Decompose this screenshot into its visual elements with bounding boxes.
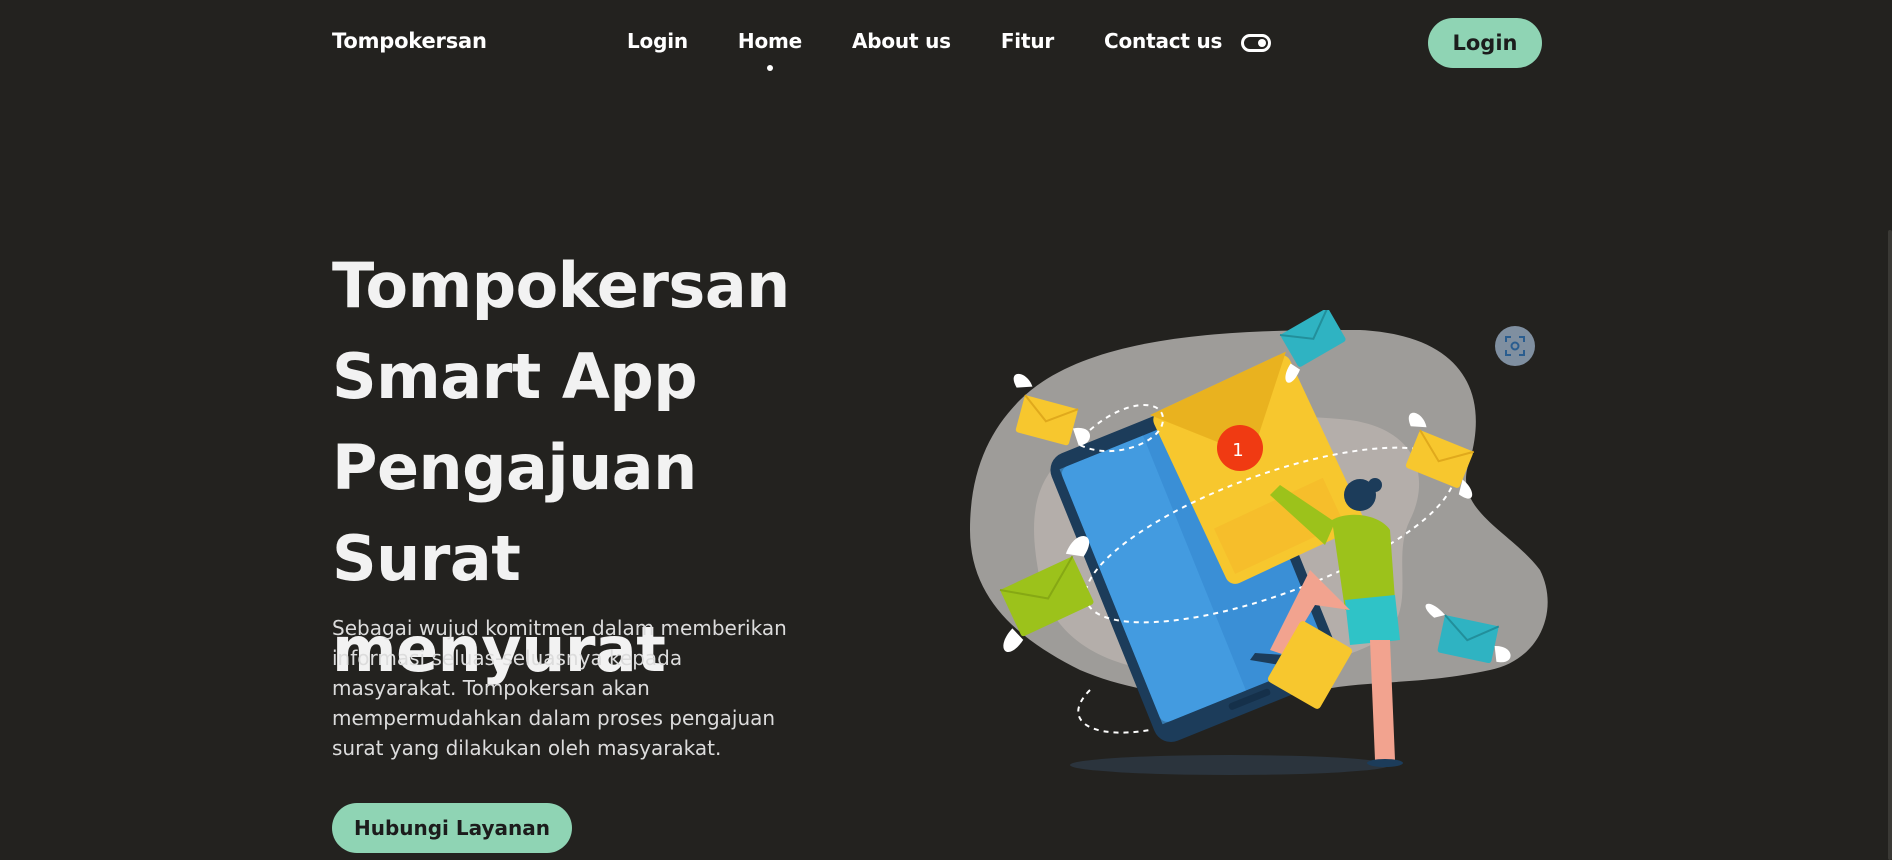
toggle-knob	[1258, 39, 1266, 47]
landing-page: Tompokersan Login Home About us Fitur Co…	[0, 0, 1892, 860]
phone-shadow	[1070, 755, 1390, 775]
hero-title-line-1: Tompokersan	[332, 249, 790, 322]
screenshot-capture-icon[interactable]	[1495, 326, 1535, 366]
capture-icon	[1505, 336, 1525, 356]
hero-title-line-3: Pengajuan Surat	[332, 431, 697, 595]
notification-count: 1	[1232, 440, 1243, 461]
hero-description: Sebagai wujud komitmen dalam memberikan …	[332, 616, 787, 760]
nav-item-about-us[interactable]: About us	[852, 29, 951, 53]
dark-mode-toggle-icon[interactable]	[1241, 34, 1271, 52]
hero-title-line-2: Smart App	[332, 340, 698, 413]
nav-item-contact-us[interactable]: Contact us	[1104, 29, 1222, 53]
nav-item-home[interactable]: Home	[738, 29, 802, 71]
hero-illustration: 1	[970, 310, 1548, 775]
nav-item-login[interactable]: Login	[627, 29, 688, 53]
scrollbar-thumb[interactable]	[1888, 230, 1892, 860]
main-nav: Login Home About us Fitur Contact us	[627, 29, 1272, 71]
page-scrollbar[interactable]	[1886, 0, 1892, 860]
login-button[interactable]: Login	[1428, 18, 1542, 68]
orbit-line-bottom	[1077, 689, 1151, 734]
contact-service-button[interactable]: Hubungi Layanan	[332, 803, 572, 853]
brand-logo-text[interactable]: Tompokersan	[332, 29, 487, 53]
nav-item-fitur[interactable]: Fitur	[1001, 29, 1054, 53]
